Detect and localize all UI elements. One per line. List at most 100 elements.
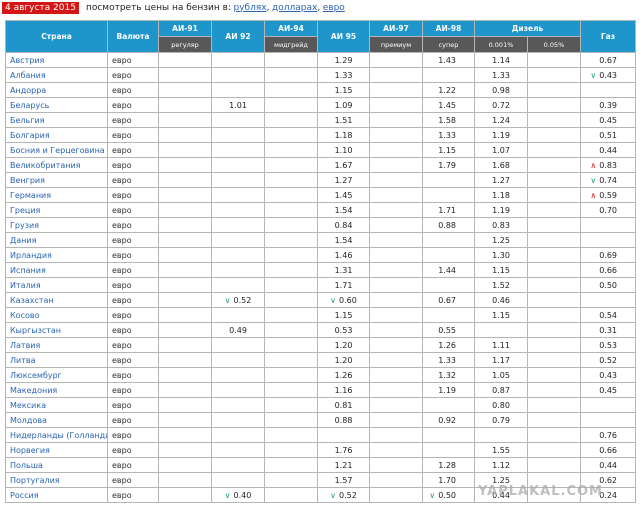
country-cell[interactable]: Латвия: [5, 337, 108, 353]
country-cell[interactable]: Кыргызстан: [5, 322, 108, 338]
country-cell-value: Бельгия: [10, 115, 45, 125]
country-cell[interactable]: Нидерланды (Голландия): [5, 427, 108, 443]
currency-cell: евро: [107, 487, 159, 503]
country-cell[interactable]: Казахстан: [5, 292, 108, 308]
country-cell[interactable]: Дания: [5, 232, 108, 248]
table-row: Португалия евро 1.57 1.70 1.25 0.62: [5, 472, 636, 488]
diesel-001-cell-value: 1.55: [492, 445, 510, 455]
gas-cell-value: 0.44: [599, 145, 617, 155]
country-cell[interactable]: Грузия: [5, 217, 108, 233]
country-cell[interactable]: Македония: [5, 382, 108, 398]
country-cell[interactable]: Австрия: [5, 52, 108, 68]
ai92-cell-value: 0.49: [229, 325, 247, 335]
currency-cell: евро: [107, 457, 159, 473]
country-cell[interactable]: Молдова: [5, 412, 108, 428]
diesel-001-cell-value: 1.15: [492, 265, 510, 275]
currency-cell: евро: [107, 352, 159, 368]
gas-cell-value: 0.53: [599, 340, 617, 350]
country-cell[interactable]: Испания: [5, 262, 108, 278]
country-cell[interactable]: Россия: [5, 487, 108, 503]
country-cell[interactable]: Бельгия: [5, 112, 108, 128]
ai94-cell: [264, 262, 318, 278]
ai91-cell: [158, 232, 212, 248]
country-cell[interactable]: Венгрия: [5, 172, 108, 188]
country-cell[interactable]: Беларусь: [5, 97, 108, 113]
currency-cell-value: евро: [112, 400, 132, 410]
gas-cell: 0.54: [580, 307, 636, 323]
diesel-001-cell-value: 1.27: [492, 175, 510, 185]
ai98-cell-value: 0.50: [438, 490, 456, 500]
link-rubles[interactable]: рублях: [233, 3, 266, 13]
diesel-001-cell: 0.44: [474, 487, 528, 503]
ai95-cell-value: 1.45: [334, 190, 353, 200]
ai98-cell: 1.28: [422, 457, 475, 473]
ai94-cell: [264, 97, 318, 113]
ai98-cell: 1.43: [422, 52, 475, 68]
link-dollars[interactable]: долларах: [272, 3, 317, 13]
sub-ai91: регуляр: [158, 36, 212, 53]
ai97-cell: [369, 202, 423, 218]
currency-cell: евро: [107, 232, 159, 248]
country-cell[interactable]: Великобритания: [5, 157, 108, 173]
country-cell[interactable]: Андорра: [5, 82, 108, 98]
country-cell[interactable]: Мексика: [5, 397, 108, 413]
ai91-cell: [158, 172, 212, 188]
ai95-cell: 1.57: [317, 472, 370, 488]
ai91-cell: [158, 337, 212, 353]
ai97-cell: [369, 292, 423, 308]
country-cell-value: Норвегия: [10, 445, 50, 455]
ai94-cell: [264, 367, 318, 383]
caret-down-icon: ∨: [330, 295, 337, 305]
country-cell[interactable]: Люксембург: [5, 367, 108, 383]
gas-cell-value: 0.62: [599, 475, 617, 485]
link-euro[interactable]: евро: [323, 3, 345, 13]
ai95-cell: 1.76: [317, 442, 370, 458]
country-cell[interactable]: Норвегия: [5, 442, 108, 458]
gas-cell-value: 0.31: [599, 325, 617, 335]
country-cell-value: Македония: [10, 385, 58, 395]
country-cell-value: Люксембург: [10, 370, 62, 380]
col-ai95: АИ 95: [317, 20, 370, 53]
country-cell[interactable]: Болгария: [5, 127, 108, 143]
diesel-001-cell: 0.79: [474, 412, 528, 428]
country-cell[interactable]: Косово: [5, 307, 108, 323]
table-row: Испания евро 1.31 1.44 1.15 0.66: [5, 262, 636, 278]
country-cell[interactable]: Италия: [5, 277, 108, 293]
country-cell[interactable]: Литва: [5, 352, 108, 368]
diesel-001-cell: 1.14: [474, 52, 528, 68]
country-cell[interactable]: Албания: [5, 67, 108, 83]
ai97-cell: [369, 397, 423, 413]
ai95-cell-value: 1.54: [334, 205, 353, 215]
ai98-cell: 1.58: [422, 112, 475, 128]
ai97-cell: [369, 97, 423, 113]
ai92-cell: [211, 382, 265, 398]
ai95-cell-value: 1.20: [334, 355, 353, 365]
country-cell[interactable]: Греция: [5, 202, 108, 218]
country-cell[interactable]: Ирландия: [5, 247, 108, 263]
diesel-005-cell: [527, 97, 581, 113]
table-row: Албания евро 1.33 1.33 ∨ 0.43: [5, 67, 636, 83]
gas-cell: [580, 232, 636, 248]
diesel-001-cell-value: 0.98: [492, 85, 510, 95]
ai95-cell: 1.21: [317, 457, 370, 473]
country-cell[interactable]: Босния и Герцеговина: [5, 142, 108, 158]
table-row: Македония евро 1.16 1.19 0.87 0.45: [5, 382, 636, 398]
diesel-001-cell: 0.98: [474, 82, 528, 98]
diesel-001-cell-value: 1.14: [492, 55, 510, 65]
diesel-001-cell-value: 1.07: [492, 145, 510, 155]
ai92-cell: [211, 67, 265, 83]
currency-cell-value: евро: [112, 70, 132, 80]
ai95-cell: 1.45: [317, 187, 370, 203]
country-cell[interactable]: Португалия: [5, 472, 108, 488]
ai91-cell: [158, 487, 212, 503]
country-cell-value: Германия: [10, 190, 52, 200]
ai92-cell: [211, 367, 265, 383]
ai95-cell-value: 1.27: [334, 175, 353, 185]
ai91-cell: [158, 202, 212, 218]
diesel-001-cell-value: 1.11: [492, 340, 510, 350]
country-cell[interactable]: Польша: [5, 457, 108, 473]
diesel-001-cell: 1.18: [474, 187, 528, 203]
ai92-cell: [211, 232, 265, 248]
country-cell[interactable]: Германия: [5, 187, 108, 203]
caret-down-icon: ∨: [224, 490, 231, 500]
